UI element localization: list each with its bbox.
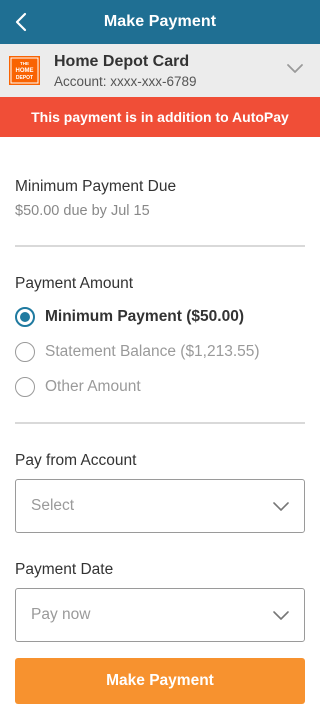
back-button[interactable]: [6, 7, 36, 37]
autopay-alert-banner: This payment is in addition to AutoPay: [0, 97, 320, 137]
minimum-due-detail: $50.00 due by Jul 15: [15, 203, 150, 219]
payment-date-select[interactable]: Pay now: [15, 588, 305, 642]
pay-from-value: Select: [31, 497, 75, 514]
account-number: Account: xxxx-xxx-6789: [54, 74, 197, 89]
pay-from-title: Pay from Account: [15, 452, 137, 469]
chevron-left-icon: [15, 12, 27, 32]
radio-button[interactable]: [15, 342, 35, 362]
minimum-due-title: Minimum Payment Due: [15, 178, 177, 195]
radio-button-selected[interactable]: [15, 307, 35, 327]
radio-option-statement-balance[interactable]: Statement Balance ($1,213.55): [15, 340, 260, 364]
divider: [15, 245, 305, 247]
radio-label: Other Amount: [45, 378, 141, 395]
radio-button[interactable]: [15, 377, 35, 397]
svg-text:HOME: HOME: [16, 68, 34, 74]
chevron-down-icon: [273, 502, 289, 511]
radio-label: Statement Balance ($1,213.55): [45, 343, 260, 360]
radio-option-minimum-payment[interactable]: Minimum Payment ($50.00): [15, 305, 244, 329]
nav-header: Make Payment: [0, 0, 320, 44]
make-payment-button[interactable]: Make Payment: [15, 658, 305, 704]
payment-date-title: Payment Date: [15, 561, 114, 578]
page-title: Make Payment: [103, 13, 217, 30]
radio-label: Minimum Payment ($50.00): [45, 308, 244, 325]
svg-text:THE: THE: [20, 61, 29, 66]
make-payment-button-label: Make Payment: [106, 672, 214, 689]
pay-from-select[interactable]: Select: [15, 479, 305, 533]
svg-text:DEPOT: DEPOT: [16, 75, 33, 81]
home-depot-logo: THE HOME DEPOT: [9, 56, 40, 85]
alert-text: This payment is in addition to AutoPay: [31, 109, 289, 125]
account-name: Home Depot Card: [54, 53, 190, 70]
chevron-down-icon: [287, 64, 303, 73]
radio-option-other-amount[interactable]: Other Amount: [15, 375, 141, 399]
account-selector[interactable]: THE HOME DEPOT Home Depot Card Account: …: [0, 44, 320, 97]
payment-amount-title: Payment Amount: [15, 275, 134, 292]
radio-dot: [20, 312, 30, 322]
chevron-down-icon: [273, 611, 289, 620]
divider: [15, 422, 305, 424]
payment-date-value: Pay now: [31, 606, 91, 623]
